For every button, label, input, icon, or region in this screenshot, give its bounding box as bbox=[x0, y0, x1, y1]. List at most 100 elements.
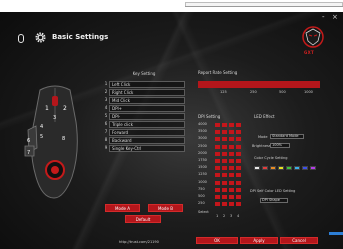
key-assignment-field[interactable]: Left Click bbox=[109, 80, 185, 88]
default-button[interactable]: Default bbox=[125, 215, 161, 223]
dpi-level-cell[interactable] bbox=[222, 151, 227, 156]
dpi-level-cell[interactable] bbox=[236, 159, 241, 163]
dpi-level-cell[interactable] bbox=[229, 144, 234, 149]
dpi-level-cell[interactable] bbox=[215, 144, 220, 149]
dpi-level-cell[interactable] bbox=[222, 123, 227, 127]
dpi-level-cell[interactable] bbox=[215, 166, 220, 171]
dpi-level-cell[interactable] bbox=[222, 180, 227, 185]
key-assignment-field[interactable]: Backward bbox=[109, 136, 185, 144]
minimize-button[interactable]: - bbox=[322, 13, 325, 21]
dpi-column-number[interactable]: 3 bbox=[230, 214, 232, 218]
key-row[interactable]: 2 Right Click bbox=[103, 88, 185, 96]
report-rate-tick[interactable]: 1000 bbox=[304, 90, 313, 94]
dpi-level-cell[interactable] bbox=[236, 123, 241, 127]
key-assignment-field[interactable]: DPI+ bbox=[109, 104, 185, 112]
dpi-level-cell[interactable] bbox=[222, 173, 227, 178]
dpi-level-cell[interactable] bbox=[215, 123, 220, 127]
close-button[interactable]: × bbox=[332, 13, 338, 21]
key-assignment-field[interactable]: Right Click bbox=[109, 88, 185, 96]
dpi-level-cell[interactable] bbox=[222, 195, 227, 199]
dpi-level-cell[interactable] bbox=[215, 195, 220, 199]
dpi-level-cell[interactable] bbox=[222, 144, 227, 149]
dpi-level-cell[interactable] bbox=[229, 202, 234, 207]
mode-a-button[interactable]: Mode A bbox=[105, 204, 140, 212]
dpi-level-cell[interactable] bbox=[236, 130, 241, 135]
app-window: - × Basic Settings GXT 1 2 3 4 5 6 7 8 K… bbox=[0, 0, 343, 249]
key-assignment-field[interactable]: Triple click bbox=[109, 120, 185, 128]
dpi-level-cell[interactable] bbox=[215, 187, 220, 192]
apply-button[interactable]: Apply bbox=[240, 237, 278, 244]
color-swatch[interactable] bbox=[302, 166, 308, 170]
key-assignment-field[interactable]: Single Key-Ctrl bbox=[109, 144, 185, 152]
dpi-column-number[interactable]: 2 bbox=[223, 214, 225, 218]
dpi-level-cell[interactable] bbox=[222, 166, 227, 171]
dpi-color-select[interactable]: DPI Shape bbox=[260, 198, 288, 203]
gear-icon[interactable] bbox=[35, 32, 46, 43]
dpi-level-cell[interactable] bbox=[229, 123, 234, 127]
dpi-level-cell[interactable] bbox=[222, 137, 227, 142]
color-swatch[interactable] bbox=[278, 166, 284, 170]
key-assignment-field[interactable]: Forward bbox=[109, 128, 185, 136]
key-row[interactable]: 6 Triple click bbox=[103, 120, 185, 128]
key-assignment-field[interactable]: Mid Click bbox=[109, 96, 185, 104]
dpi-level-cell[interactable] bbox=[215, 202, 220, 207]
led-brightness-select[interactable]: 100% bbox=[270, 143, 290, 148]
key-assignment-field[interactable]: DPI- bbox=[109, 112, 185, 120]
led-mode-select[interactable]: Standard Mode bbox=[270, 134, 304, 139]
dpi-level-cell[interactable] bbox=[229, 137, 234, 142]
color-swatch[interactable] bbox=[270, 166, 276, 170]
mouse-icon[interactable] bbox=[18, 34, 24, 43]
dpi-level-cell[interactable] bbox=[215, 180, 220, 185]
dpi-level-cell[interactable] bbox=[236, 151, 241, 156]
dpi-level-cell[interactable] bbox=[222, 202, 227, 207]
dpi-column-number[interactable]: 4 bbox=[237, 214, 239, 218]
color-swatch[interactable] bbox=[310, 166, 316, 170]
dpi-level-cell[interactable] bbox=[215, 151, 220, 156]
dpi-level-cell[interactable] bbox=[229, 173, 234, 178]
dpi-level-cell[interactable] bbox=[236, 180, 241, 185]
dpi-level-cell[interactable] bbox=[215, 159, 220, 163]
dpi-level-cell[interactable] bbox=[222, 130, 227, 135]
dpi-level-cell[interactable] bbox=[229, 180, 234, 185]
dpi-column-number[interactable]: 1 bbox=[216, 214, 218, 218]
dpi-level-cell[interactable] bbox=[229, 195, 234, 199]
dpi-level-cell[interactable] bbox=[229, 151, 234, 156]
dpi-level-cell[interactable] bbox=[229, 187, 234, 192]
report-rate-tick[interactable]: 500 bbox=[279, 90, 286, 94]
dpi-level-cell[interactable] bbox=[229, 130, 234, 135]
dpi-level-cell[interactable] bbox=[215, 173, 220, 178]
dpi-level-cell[interactable] bbox=[222, 187, 227, 192]
key-row[interactable]: 7 Forward bbox=[103, 128, 185, 136]
key-row[interactable]: 5 DPI- bbox=[103, 112, 185, 120]
report-rate-tick[interactable]: 125 bbox=[220, 90, 227, 94]
dpi-level-cell[interactable] bbox=[236, 144, 241, 149]
dpi-level-cell[interactable] bbox=[236, 166, 241, 171]
dpi-header: DPI Setting bbox=[198, 114, 221, 119]
dpi-level-label: 2500 bbox=[198, 143, 207, 148]
ok-button[interactable]: OK bbox=[196, 237, 238, 244]
key-row[interactable]: 8 Backward bbox=[103, 136, 185, 144]
cancel-button[interactable]: Cancel bbox=[280, 237, 318, 244]
color-swatch[interactable] bbox=[294, 166, 300, 170]
key-row[interactable]: 1 Left Click bbox=[103, 80, 185, 88]
dpi-level-cell[interactable] bbox=[215, 130, 220, 135]
key-row[interactable]: 4 DPI+ bbox=[103, 104, 185, 112]
dpi-level-cell[interactable] bbox=[215, 137, 220, 142]
dpi-level-cell[interactable] bbox=[236, 173, 241, 178]
dpi-level-cell[interactable] bbox=[236, 202, 241, 207]
mode-b-button[interactable]: Mode B bbox=[148, 204, 183, 212]
color-swatch[interactable] bbox=[254, 166, 260, 170]
key-row[interactable]: 3 Mid Click bbox=[103, 96, 185, 104]
dpi-level-cell[interactable] bbox=[229, 159, 234, 163]
dpi-level-cell[interactable] bbox=[236, 187, 241, 192]
key-row[interactable]: 9 Single Key-Ctrl bbox=[103, 144, 185, 152]
report-rate-tick[interactable]: 250 bbox=[250, 90, 257, 94]
color-swatch[interactable] bbox=[262, 166, 268, 170]
dpi-level-cell[interactable] bbox=[236, 137, 241, 142]
report-rate-slider[interactable] bbox=[198, 81, 320, 88]
color-swatch[interactable] bbox=[286, 166, 292, 170]
dpi-level-cell[interactable] bbox=[236, 195, 241, 199]
help-link[interactable]: http://trust.com/21190 bbox=[119, 240, 159, 244]
dpi-level-cell[interactable] bbox=[222, 159, 227, 163]
dpi-level-cell[interactable] bbox=[229, 166, 234, 171]
